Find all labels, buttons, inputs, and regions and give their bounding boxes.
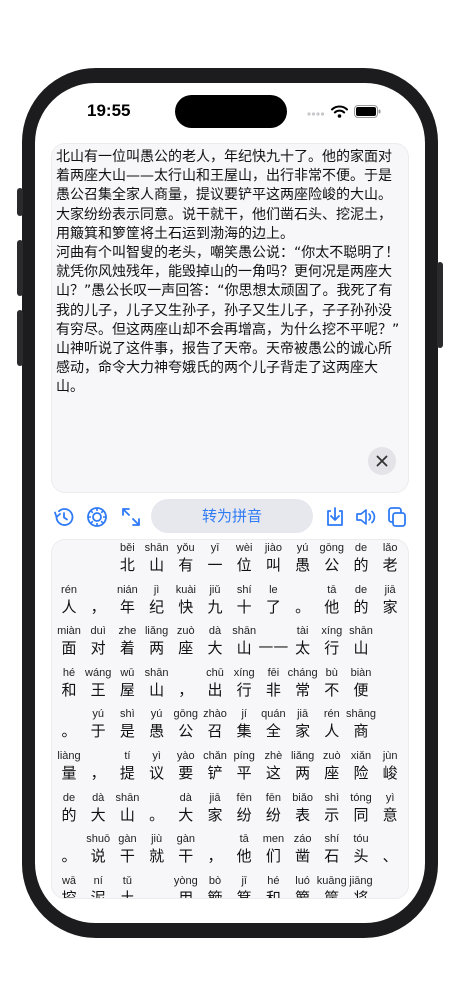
pinyin-cell: yì 意 bbox=[373, 792, 407, 832]
pinyin-syllable: yì bbox=[385, 791, 395, 804]
screen: 19:55 北山有一位叫愚公的老人，年纪快九十了。他的家面对着两座大山——太行山… bbox=[35, 83, 425, 923]
pinyin-syllable: lǎo bbox=[382, 542, 398, 554]
hanzi-character: 、 bbox=[382, 847, 398, 866]
history-icon[interactable] bbox=[52, 505, 76, 529]
download-icon[interactable] bbox=[323, 505, 347, 529]
pinyin-row: miàn 面 duì 对 zhe 着 liǎng 两 zuò 座 dà 大 shān 山 —— tài 太 xín… bbox=[54, 625, 404, 665]
battery-icon bbox=[354, 104, 381, 118]
status-time: 19:55 bbox=[87, 101, 131, 120]
toolbar: 转为拼音 bbox=[35, 497, 425, 537]
status-bar: 19:55 bbox=[35, 83, 425, 137]
speaker-icon[interactable] bbox=[354, 505, 378, 529]
pinyin-cell bbox=[373, 625, 407, 665]
pinyin-cell bbox=[373, 667, 407, 707]
pinyin-cell: jiā 家 bbox=[373, 584, 407, 624]
pinyin-cell bbox=[373, 708, 407, 748]
convert-to-pinyin-button[interactable]: 转为拼音 bbox=[151, 499, 313, 533]
pinyin-row: hé 和 wáng 王 wū 屋 shān 山， chū 出 xíng 行 fēi 非 cháng 常 bù 不 b… bbox=[54, 667, 404, 707]
hanzi-character: 意 bbox=[382, 805, 398, 824]
volume-down-button bbox=[17, 310, 23, 366]
action-button bbox=[17, 188, 23, 216]
copy-icon[interactable] bbox=[385, 505, 409, 529]
pinyin-syllable: jùn bbox=[382, 750, 398, 762]
dynamic-island bbox=[175, 95, 287, 128]
pinyin-cell bbox=[373, 875, 407, 898]
wifi-icon bbox=[331, 105, 348, 118]
volume-up-button bbox=[17, 240, 23, 296]
cellular-signal-icon bbox=[307, 112, 325, 116]
pinyin-row: rén 人， nián 年 jì 纪 kuài 快 jiǔ 九 shí 十 le 了。 tā 他 de 的 jiā 家 bbox=[54, 584, 404, 624]
pinyin-row: liàng 量， tí 提 yì 议 yào 要 chǎn 铲 píng 平 zhè 这 liǎng 两 zuò… bbox=[54, 750, 404, 790]
clear-button[interactable] bbox=[368, 447, 396, 475]
pinyin-cell: 、 bbox=[373, 833, 407, 873]
pinyin-syllable: jiā bbox=[384, 583, 396, 596]
hanzi-character: 老 bbox=[382, 556, 398, 574]
pinyin-row: 。 yú 于 shì 是 yú 愚 gōng 公 zhào 召 jí 集 quán 全 jiā 家 rén 人 shā… bbox=[54, 708, 404, 748]
expand-icon[interactable] bbox=[119, 505, 143, 529]
pinyin-cell: lǎo 老 bbox=[373, 542, 407, 582]
pinyin-result-area[interactable]: běi 北 shān 山 yǒu 有 yī 一 wèi 位 jiào 叫 yú 愚 gōng 公 de 的 lǎo 老… bbox=[51, 539, 409, 899]
pinyin-cell: jùn 峻 bbox=[373, 750, 407, 790]
hanzi-character: 峻 bbox=[382, 764, 398, 782]
settings-icon[interactable] bbox=[85, 505, 109, 529]
pinyin-row: běi 北 shān 山 yǒu 有 yī 一 wèi 位 jiào 叫 yú 愚 gōng 公 de 的 lǎo 老 bbox=[54, 542, 404, 582]
input-text-area[interactable]: 北山有一位叫愚公的老人，年纪快九十了。他的家面对着两座大山——太行山和王屋山，出… bbox=[51, 143, 409, 493]
pinyin-row: wā 挖 ní 泥 tǔ 土， yòng 用 bò 簸 jī 箕 hé 和 luó 箩 kuāng 筐 jiāng 将 bbox=[54, 875, 407, 898]
status-icons bbox=[307, 103, 381, 119]
pinyin-row: de 的 dà 大 shān 山。 dà 大 jiā 家 fēn 纷 fēn 纷 biǎo 表 shì 示 tóng… bbox=[54, 792, 404, 832]
power-button bbox=[437, 262, 443, 348]
input-text[interactable]: 北山有一位叫愚公的老人，年纪快九十了。他的家面对着两座大山——太行山和王屋山，出… bbox=[56, 148, 400, 398]
pinyin-row: 。 shuō 说 gàn 干 jiù 就 gàn 干， tā 他 men 们 záo 凿 shí 石 tóu 头、 bbox=[54, 833, 404, 873]
hanzi-character: 家 bbox=[382, 597, 398, 616]
close-icon bbox=[376, 455, 388, 467]
